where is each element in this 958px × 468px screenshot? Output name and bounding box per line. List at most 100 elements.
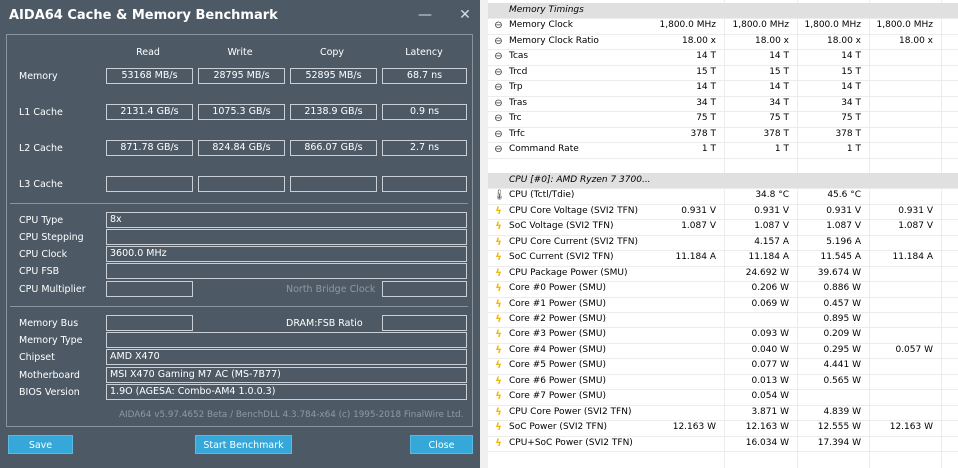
clock-icon: ⊖ [494, 20, 503, 32]
sensor-value: 17.394 W [817, 437, 861, 448]
sensor-row[interactable]: ⊖ Trfc 378 T 378 T 378 T [488, 127, 958, 142]
sensor-value: 11.184 A [748, 252, 789, 263]
sensor-value: 1,800.0 MHz [876, 20, 933, 31]
sensor-row[interactable]: ϟ Core #2 Power (SMU) 0.895 W [488, 312, 958, 327]
sensor-name: Core #1 Power (SMU) [509, 298, 606, 309]
sensor-name: CPU+SoC Power (SVI2 TFN) [509, 437, 633, 448]
sensor-row[interactable]: ϟ CPU Core Voltage (SVI2 TFN) 0.931 V 0.931… [488, 204, 958, 219]
sensor-name: Trfc [509, 128, 525, 139]
sensor-row[interactable]: ϟ CPU+SoC Power (SVI2 TFN) 16.034 W 17.394 … [488, 436, 958, 451]
row-label-l2: L2 Cache [19, 143, 63, 154]
sensor-section-header[interactable]: CPU [#0]: AMD Ryzen 7 3700... [488, 172, 958, 189]
window-title: AIDA64 Cache & Memory Benchmark [9, 8, 278, 23]
sensor-value: 0.895 W [823, 314, 861, 324]
sensor-row[interactable]: ⊖ Memory Clock Ratio 18.00 x 18.00 x 18.00 x… [488, 34, 958, 49]
l3-copy-value [290, 176, 377, 192]
l2-latency-value: 2.7 ns [382, 140, 467, 156]
sensor-row[interactable]: ϟ Core #7 Power (SMU) 0.054 W [488, 389, 958, 404]
sensor-value: 11.184 A [675, 252, 716, 263]
north-bridge-clock-label: North Bridge Clock [286, 284, 376, 295]
sensor-value: 14 T [841, 82, 861, 93]
l2-copy-value: 866.07 GB/s [290, 140, 377, 156]
title-bar[interactable]: AIDA64 Cache & Memory Benchmark — ✕ [0, 0, 480, 32]
sensor-value: 1,800.0 MHz [804, 20, 861, 31]
bolt-icon: ϟ [495, 329, 502, 341]
sensor-row[interactable]: ⊖ Tras 34 T 34 T 34 T [488, 96, 958, 111]
minimize-icon[interactable]: — [414, 5, 436, 25]
bolt-icon: ϟ [495, 205, 502, 217]
divider [10, 203, 468, 204]
l1-write-value: 1075.3 GB/s [198, 104, 285, 120]
bolt-icon: ϟ [495, 360, 502, 372]
sensor-value: 0.054 W [751, 391, 789, 402]
save-button[interactable]: Save [8, 435, 73, 454]
sensor-row[interactable]: ⊖ Tcas 14 T 14 T 14 T [488, 49, 958, 64]
bolt-icon: ϟ [495, 236, 502, 248]
thermometer-icon: 🌡 [493, 190, 506, 202]
sensor-row[interactable]: ϟ Core #3 Power (SMU) 0.093 W 0.209 W [488, 327, 958, 342]
dram-fsb-ratio-value [382, 315, 467, 331]
row-label-l3: L3 Cache [19, 179, 63, 190]
close-button[interactable]: Close [410, 435, 473, 454]
motherboard-value: MSI X470 Gaming M7 AC (MS-7B77) [106, 367, 467, 383]
bolt-icon: ϟ [495, 314, 502, 325]
sensor-row[interactable]: ⊖ Memory Clock 1,800.0 MHz 1,800.0 MHz 1,800… [488, 18, 958, 33]
sensor-value: 18.00 x [682, 35, 716, 46]
cpu-stepping-label: CPU Stepping [19, 232, 84, 243]
sensor-value: 0.209 W [823, 329, 861, 340]
sensor-row[interactable]: ϟ CPU Core Current (SVI2 TFN) 4.157 A 5.196… [488, 235, 958, 250]
clock-icon: ⊖ [494, 35, 503, 47]
sensor-row[interactable]: ⊖ Command Rate 1 T 1 T 1 T [488, 142, 958, 157]
motherboard-label: Motherboard [19, 370, 80, 381]
sensor-name: CPU Package Power (SMU) [509, 267, 628, 278]
sensor-value: 14 T [696, 51, 716, 62]
sensor-row[interactable]: ϟ Core #5 Power (SMU) 0.077 W 4.441 W [488, 358, 958, 373]
sensor-value: 5.196 A [826, 236, 861, 247]
clock-icon: ⊖ [494, 144, 503, 156]
sensor-value: 75 T [841, 113, 861, 124]
sensor-name: Core #2 Power (SMU) [509, 314, 606, 324]
sensor-name: CPU Core Power (SVI2 TFN) [509, 406, 632, 417]
sensor-value: 45.6 °C [827, 190, 861, 201]
sensor-value: 1,800.0 MHz [659, 20, 716, 31]
sensor-row[interactable]: ⊖ Trp 14 T 14 T 14 T [488, 80, 958, 95]
sensor-value: 11.545 A [820, 252, 861, 263]
sensor-name: Core #5 Power (SMU) [509, 360, 606, 371]
l1-read-value: 2131.4 GB/s [106, 104, 193, 120]
sensor-row[interactable]: ϟ SoC Current (SVI2 TFN) 11.184 A 11.184 A 1… [488, 250, 958, 265]
sensor-value: 12.163 W [745, 422, 789, 433]
row-label-l1: L1 Cache [19, 107, 63, 118]
sensor-value: 0.013 W [751, 375, 789, 386]
col-header-latency: Latency [405, 47, 443, 58]
sensor-row[interactable]: ϟ Core #4 Power (SMU) 0.040 W 0.295 W 0.057 … [488, 343, 958, 358]
sensor-value: 34.8 °C [755, 190, 789, 201]
sensor-value: 0.886 W [823, 283, 861, 294]
sensor-row[interactable]: ⊖ Trc 75 T 75 T 75 T [488, 111, 958, 126]
sensor-section-header[interactable]: Memory Timings [488, 3, 958, 19]
sensor-row[interactable]: ⊖ Trcd 15 T 15 T 15 T [488, 65, 958, 80]
hwinfo-sensor-table[interactable]: Memory Timings ⊖ Memory Clock 1,800.0 MHz 1,… [480, 0, 958, 468]
sensor-value: 1,800.0 MHz [732, 20, 789, 31]
sensor-row[interactable]: ϟ SoC Power (SVI2 TFN) 12.163 W 12.163 W 12.… [488, 420, 958, 435]
sensor-row[interactable]: 🌡 CPU (Tctl/Tdie) 34.8 °C 45.6 °C [488, 188, 958, 203]
close-icon[interactable]: ✕ [454, 5, 476, 25]
sensor-row[interactable]: ϟ CPU Package Power (SMU) 24.692 W 39.674 W [488, 266, 958, 281]
sensor-row[interactable]: ϟ SoC Voltage (SVI2 TFN) 1.087 V 1.087 V 1.0… [488, 219, 958, 234]
memory-latency-value: 68.7 ns [382, 68, 467, 84]
sensor-value: 0.040 W [751, 344, 789, 355]
bolt-icon: ϟ [495, 437, 502, 449]
sensor-value: 12.163 W [672, 422, 716, 433]
sensor-name: Core #3 Power (SMU) [509, 329, 606, 340]
clock-icon: ⊖ [494, 82, 503, 94]
sensor-value: 12.163 W [889, 422, 933, 433]
start-benchmark-button[interactable]: Start Benchmark [195, 435, 292, 454]
sensor-row[interactable]: ϟ Core #6 Power (SMU) 0.013 W 0.565 W [488, 374, 958, 389]
sensor-row[interactable]: ϟ CPU Core Power (SVI2 TFN) 3.871 W 4.839 W [488, 405, 958, 420]
cpu-fsb-value [106, 263, 467, 279]
sensor-row[interactable]: ϟ Core #0 Power (SMU) 0.206 W 0.886 W [488, 281, 958, 296]
memory-type-value [106, 332, 467, 348]
sensor-name: SoC Current (SVI2 TFN) [509, 252, 614, 263]
sensor-row[interactable]: ϟ Core #1 Power (SMU) 0.069 W 0.457 W [488, 297, 958, 312]
sensor-value: 15 T [769, 66, 789, 77]
sensor-value: 18.00 x [899, 35, 933, 46]
